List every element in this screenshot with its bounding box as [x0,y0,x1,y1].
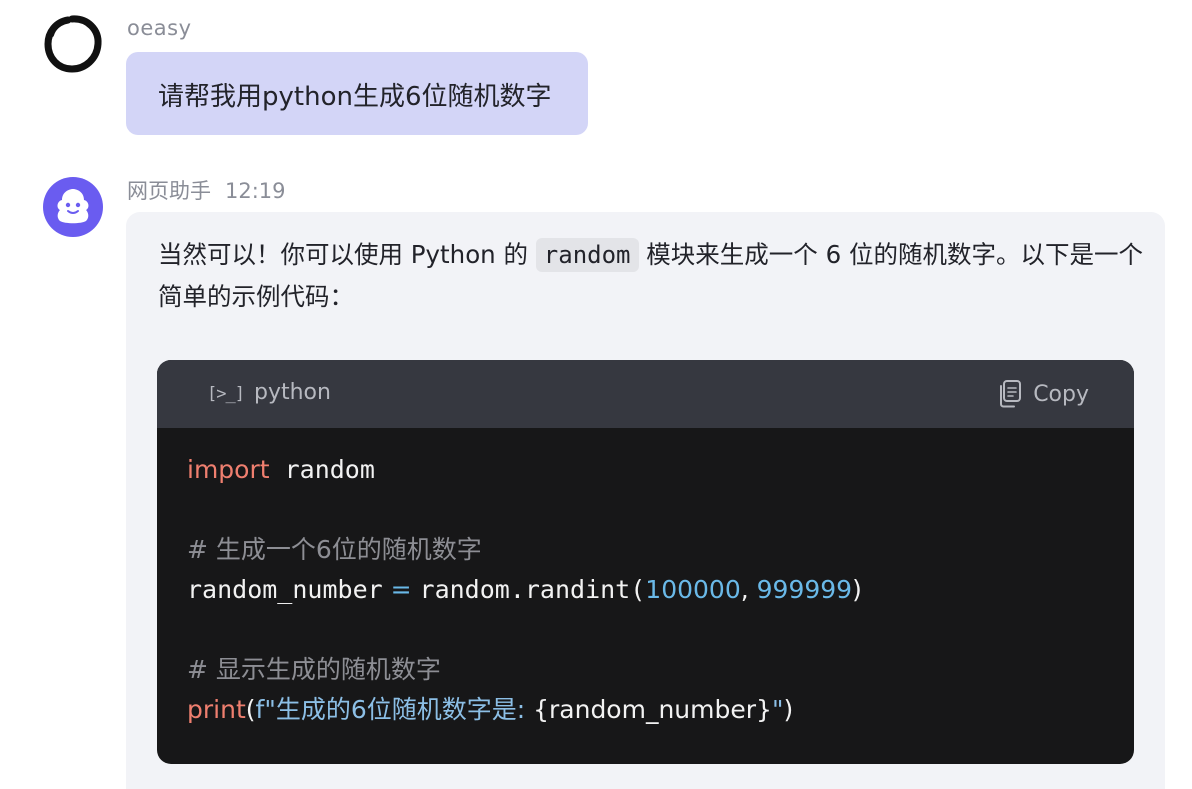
ghost-mascot-icon [43,177,103,237]
code-token-number: 100000 [645,575,741,604]
intro-text-part: 当然可以！你可以使用 Python 的 [158,240,536,269]
assistant-meta: 网页助手 12:19 [127,175,286,205]
code-token-operator: = [382,575,420,604]
code-token-function: print [187,695,246,724]
copy-button[interactable]: Copy [997,378,1089,410]
code-line: import random [187,450,1114,490]
terminal-icon: [>_] [207,384,245,404]
user-avatar[interactable] [42,13,104,75]
code-token-paren: ) [852,575,862,604]
code-language-label: python [254,380,331,405]
code-block: [>_] python Copy import random # 生成一个6位的… [157,360,1134,764]
chat-view: oeasy 请帮我用python生成6位随机数字 网页助手 12:19 当然可以！… [0,0,1192,789]
assistant-intro-text: 当然可以！你可以使用 Python 的 random 模块来生成一个 6 位的随… [158,234,1148,317]
user-message-bubble: 请帮我用python生成6位随机数字 [126,52,588,135]
inline-code: random [535,238,639,272]
code-line: random_number = random.randint(100000, 9… [187,570,1114,610]
enso-circle-icon [44,15,102,73]
code-token: random [269,455,375,484]
code-token-string: " [771,695,784,724]
code-content[interactable]: import random # 生成一个6位的随机数字 random_numbe… [187,450,1114,730]
code-token-paren: ) [783,695,794,724]
code-token-separator: , [740,575,757,604]
code-line: print(f"生成的6位随机数字是: {random_number}") [187,690,1114,730]
code-token-call: random.randint( [419,575,646,604]
user-name: oeasy [127,16,192,40]
copy-icon [1000,380,1022,408]
code-token-paren: ( [245,695,256,724]
code-token-string: f"生成的6位随机数字是: [255,695,534,724]
user-message-text: 请帮我用python生成6位随机数字 [158,82,552,112]
copy-label: Copy [1033,381,1089,407]
code-token-number: 999999 [756,575,853,604]
message-timestamp: 12:19 [225,179,286,203]
code-comment: # 显示生成的随机数字 [187,655,441,684]
code-block-header: [>_] python Copy [157,360,1134,428]
assistant-avatar[interactable] [43,177,103,237]
code-token-variable: random_number [187,575,383,604]
code-token-keyword: import [187,455,270,484]
assistant-name: 网页助手 [127,179,211,203]
code-comment: # 生成一个6位的随机数字 [187,535,482,564]
code-token-expression: {random_number} [533,695,772,724]
